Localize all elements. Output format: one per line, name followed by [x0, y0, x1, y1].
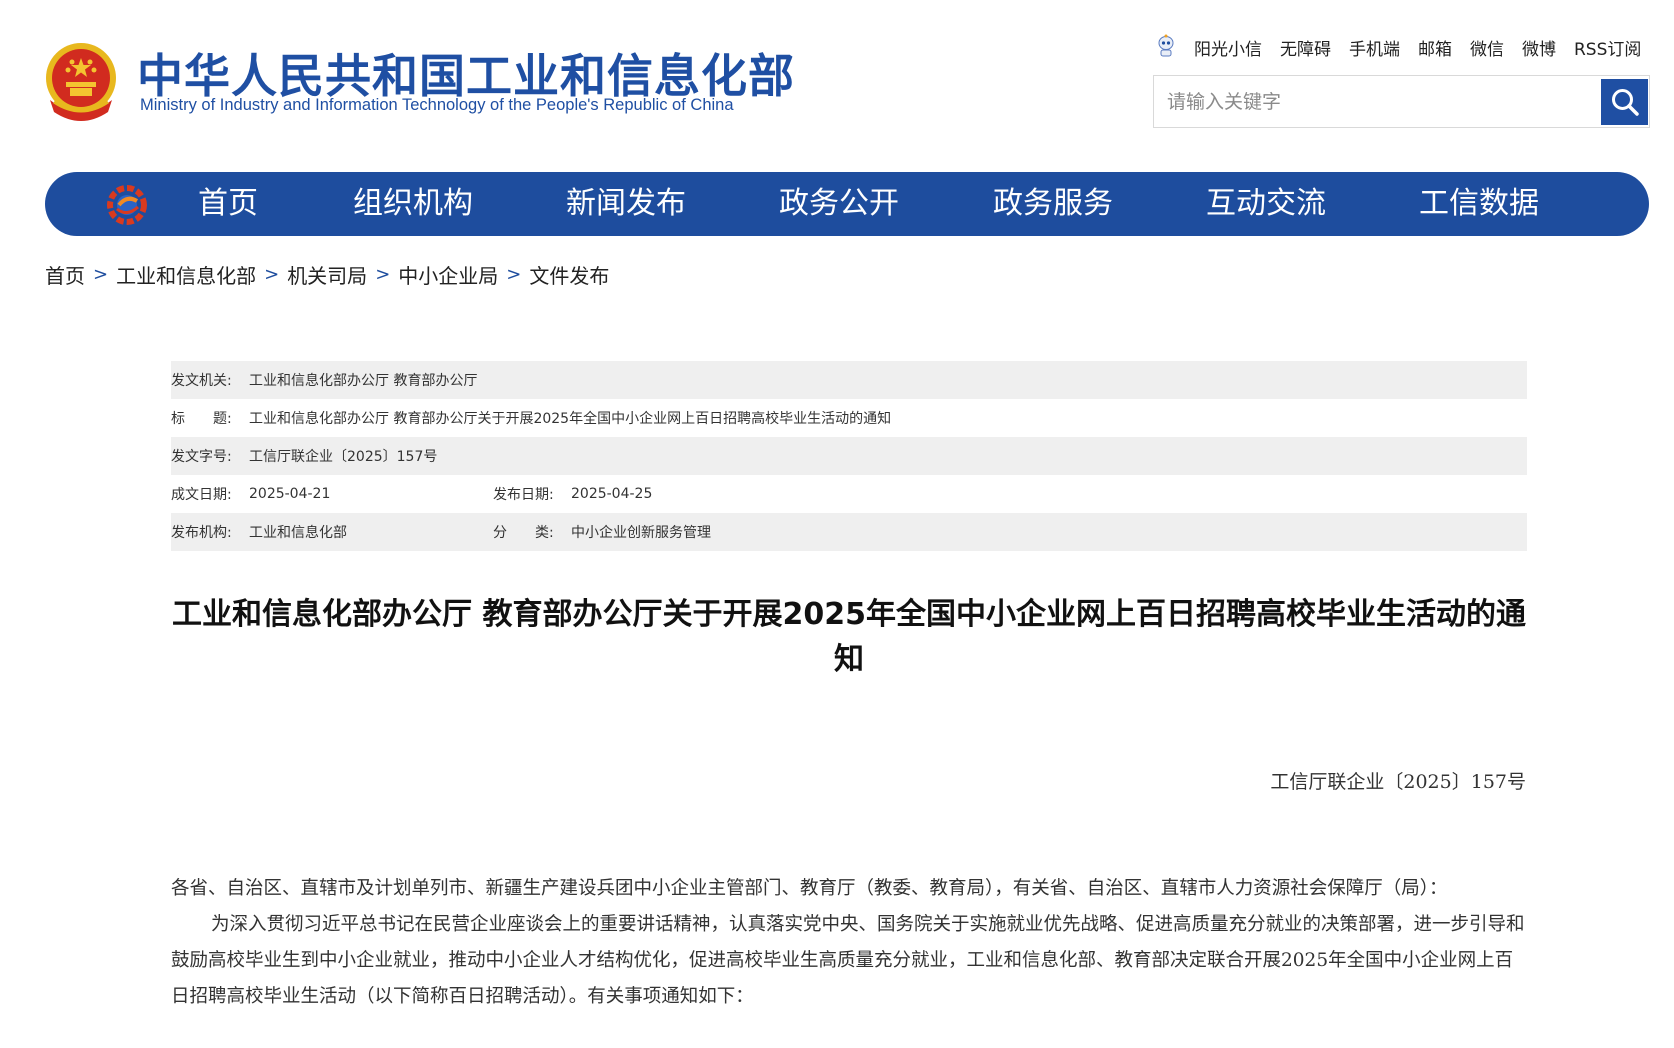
breadcrumb-sme-bureau[interactable]: 中小企业局 — [398, 260, 498, 289]
title-label: 标 题: — [171, 411, 232, 427]
breadcrumb: 首页 > 工业和信息化部 > 机关司局 > 中小企业局 > 文件发布 — [45, 259, 609, 289]
site-header: 中华人民共和国工业和信息化部 Ministry of Industry and … — [0, 0, 1674, 165]
national-emblem-icon — [46, 43, 116, 121]
published-date-label: 发布日期: — [493, 487, 554, 503]
nav-item-data[interactable]: 工信数据 — [1419, 172, 1539, 236]
top-link-wechat[interactable]: 微信 — [1470, 35, 1504, 60]
search-input[interactable] — [1154, 76, 1597, 127]
salutation: 各省、自治区、直辖市及计划单列市、新疆生产建设兵团中小企业主管部门、教育厅（教委… — [171, 878, 1448, 899]
breadcrumb-separator: > — [93, 263, 109, 285]
breadcrumb-miit[interactable]: 工业和信息化部 — [116, 260, 256, 289]
search-box — [1153, 75, 1650, 128]
article-title: 工业和信息化部办公厅 教育部办公厅关于开展2025年全国中小企业网上百日招聘高校… — [172, 597, 1526, 677]
site-subtitle-en: Ministry of Industry and Information Tec… — [140, 96, 734, 114]
nav-item-home[interactable]: 首页 — [198, 172, 258, 236]
nav-item-news[interactable]: 新闻发布 — [566, 172, 686, 236]
breadcrumb-separator: > — [264, 263, 280, 285]
title-value: 工业和信息化部办公厅 教育部办公厅关于开展2025年全国中小企业网上百日招聘高校… — [249, 411, 892, 427]
nav-item-organization[interactable]: 组织机构 — [353, 172, 473, 236]
breadcrumb-home[interactable]: 首页 — [45, 260, 85, 289]
issuer-label: 发文机关: — [171, 373, 232, 389]
top-link-weibo[interactable]: 微博 — [1522, 35, 1556, 60]
written-date-label: 成文日期: — [171, 487, 232, 503]
info-row-docno: 发文字号: 工信厅联企业〔2025〕157号 — [171, 437, 1527, 475]
category-label: 分 类: — [493, 525, 554, 541]
published-date-value: 2025-04-25 — [571, 486, 653, 502]
breadcrumb-departments[interactable]: 机关司局 — [287, 260, 367, 289]
nav-item-interaction[interactable]: 互动交流 — [1206, 172, 1326, 236]
breadcrumb-documents[interactable]: 文件发布 — [529, 260, 609, 289]
info-row-org: 发布机构: 工业和信息化部 分 类: 中小企业创新服务管理 — [171, 513, 1527, 551]
issuer-value: 工业和信息化部办公厅 教育部办公厅 — [249, 373, 478, 389]
info-row-issuer: 发文机关: 工业和信息化部办公厅 教育部办公厅 — [171, 361, 1527, 399]
breadcrumb-separator: > — [506, 263, 522, 285]
document-info-table: 发文机关: 工业和信息化部办公厅 教育部办公厅 标 题: 工业和信息化部办公厅 … — [171, 361, 1527, 551]
top-link-mobile[interactable]: 手机端 — [1349, 35, 1400, 60]
top-links: 阳光小信 无障碍 手机端 邮箱 微信 微博 RSS订阅 — [1156, 34, 1641, 60]
org-label: 发布机构: — [171, 525, 232, 541]
main-nav: 首页 组织机构 新闻发布 政务公开 政务服务 互动交流 工信数据 — [45, 172, 1649, 236]
top-link-sunshine[interactable]: 阳光小信 — [1194, 35, 1262, 60]
written-date-value: 2025-04-21 — [249, 486, 331, 502]
top-link-accessibility[interactable]: 无障碍 — [1280, 35, 1331, 60]
category-value: 中小企业创新服务管理 — [571, 525, 711, 541]
body-paragraph: 为深入贯彻习近平总书记在民营企业座谈会上的重要讲话精神，认真落实党中央、国务院关… — [171, 914, 1525, 1007]
document-number: 工信厅联企业〔2025〕157号 — [1270, 771, 1526, 793]
robot-icon[interactable] — [1156, 34, 1176, 60]
nav-item-services[interactable]: 政务服务 — [993, 172, 1113, 236]
docno-value: 工信厅联企业〔2025〕157号 — [249, 449, 438, 465]
breadcrumb-separator: > — [375, 263, 391, 285]
info-row-title: 标 题: 工业和信息化部办公厅 教育部办公厅关于开展2025年全国中小企业网上百… — [171, 399, 1527, 437]
article-body: 各省、自治区、直辖市及计划单列市、新疆生产建设兵团中小企业主管部门、教育厅（教委… — [171, 871, 1527, 1015]
top-link-rss[interactable]: RSS订阅 — [1574, 35, 1641, 60]
search-icon — [1611, 89, 1639, 116]
top-link-mail[interactable]: 邮箱 — [1418, 35, 1452, 60]
nav-item-government-affairs[interactable]: 政务公开 — [779, 172, 899, 236]
miit-logo-icon[interactable] — [105, 183, 149, 227]
info-row-dates: 成文日期: 2025-04-21 发布日期: 2025-04-25 — [171, 475, 1527, 513]
org-value: 工业和信息化部 — [249, 525, 347, 541]
docno-label: 发文字号: — [171, 449, 232, 465]
search-button[interactable] — [1601, 79, 1648, 125]
